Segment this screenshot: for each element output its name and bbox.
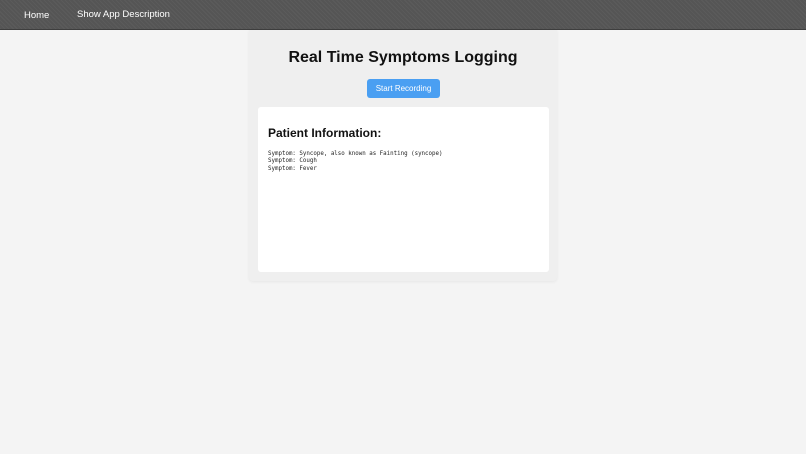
symptom-list: Symptom: Syncope, also known as Fainting… — [268, 151, 443, 173]
main-panel: Real Time Symptoms Logging Start Recordi… — [249, 30, 557, 281]
page-title: Real Time Symptoms Logging — [288, 49, 518, 66]
patient-info-heading: Patient Information: — [268, 126, 382, 140]
nav-home-link[interactable]: Home — [24, 0, 49, 30]
symptom-item: Symptom: Syncope, also known as Fainting… — [268, 151, 443, 157]
patient-info-card: Patient Information: Symptom: Syncope, a… — [258, 107, 549, 272]
top-navbar: Home Show App Description — [0, 0, 806, 30]
symptom-item: Symptom: Fever — [268, 165, 317, 172]
start-recording-button[interactable]: Start Recording — [367, 79, 440, 98]
symptom-item: Symptom: Cough — [268, 158, 317, 165]
nav-show-app-description-link[interactable]: Show App Description — [77, 0, 170, 30]
